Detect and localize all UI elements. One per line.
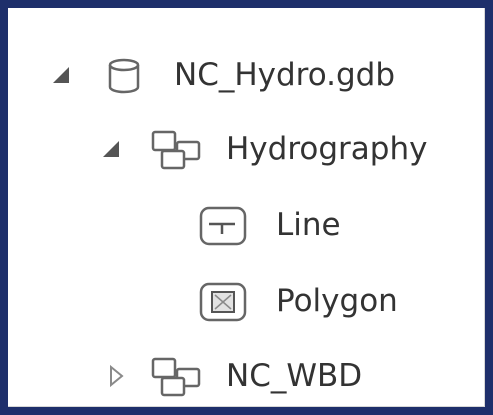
tree-item-label: Hydrography	[226, 131, 428, 167]
tree-item-hydrography[interactable]: Hydrography	[8, 122, 484, 178]
tree-item-label: Polygon	[276, 283, 398, 319]
tree-view: NC_Hydro.gdb Hydrography Line Polygon NC…	[8, 8, 485, 407]
feature-dataset-icon	[151, 357, 201, 397]
tree-item-nc-wbd[interactable]: NC_WBD	[8, 349, 484, 405]
tree-item-line[interactable]: Line	[8, 198, 484, 254]
geodatabase-icon	[108, 58, 140, 94]
catalog-pane: NC_Hydro.gdb Hydrography Line Polygon NC…	[0, 0, 493, 415]
feature-dataset-icon	[151, 130, 201, 170]
tree-item-label: NC_WBD	[226, 358, 363, 394]
line-feature-class-icon	[199, 206, 247, 246]
expanded-arrow-icon[interactable]	[100, 138, 122, 160]
tree-item-polygon[interactable]: Polygon	[8, 274, 484, 330]
tree-item-label: NC_Hydro.gdb	[174, 57, 396, 93]
tree-item-nc-hydro-gdb[interactable]: NC_Hydro.gdb	[8, 48, 484, 104]
collapsed-arrow-icon[interactable]	[106, 364, 126, 388]
polygon-feature-class-icon	[199, 282, 247, 322]
expanded-arrow-icon[interactable]	[50, 64, 72, 86]
tree-item-label: Line	[276, 207, 341, 243]
